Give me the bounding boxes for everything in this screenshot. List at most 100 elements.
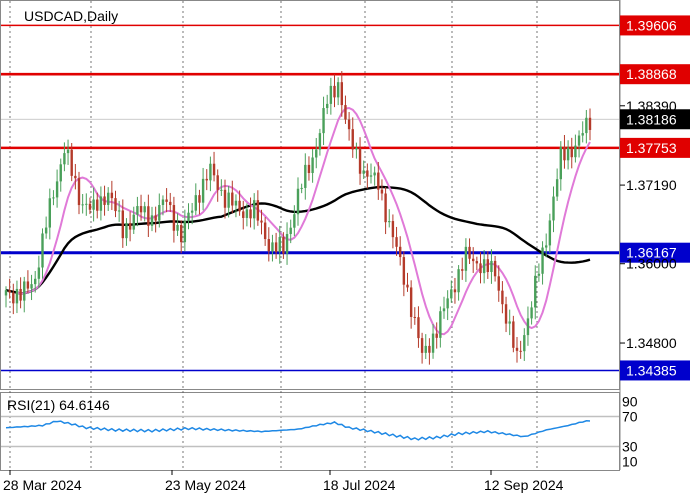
candle-body — [253, 200, 256, 219]
candle-body — [377, 172, 380, 190]
candle-body — [44, 227, 48, 234]
candle-body — [180, 225, 183, 243]
candle-body — [77, 178, 81, 206]
price-tick-label: 1.37190 — [626, 177, 677, 193]
candle-body — [92, 199, 95, 210]
candle-body — [457, 269, 460, 293]
candle-body — [545, 245, 548, 248]
candle-body — [150, 215, 154, 226]
candle-body — [172, 205, 176, 231]
candle-body — [136, 206, 139, 215]
candle-body — [442, 308, 446, 312]
candle-body — [420, 338, 424, 353]
candle-body — [63, 153, 66, 165]
candle-body — [446, 298, 449, 309]
candle-body — [315, 149, 318, 158]
candle-body — [117, 210, 121, 212]
candle-body — [555, 179, 559, 197]
date-tick-label: 18 Jul 2024 — [323, 477, 396, 493]
candle-body — [490, 260, 493, 273]
candle-body — [198, 195, 201, 203]
candle-body — [201, 178, 205, 203]
candle-body — [85, 203, 88, 205]
candle-body — [59, 164, 62, 182]
candle-body — [99, 196, 103, 211]
fast-moving-average — [16, 106, 591, 336]
candle-body — [220, 189, 223, 191]
candle-body — [282, 237, 285, 254]
candle-body — [472, 258, 475, 262]
candle-body — [453, 289, 457, 293]
candle-body — [74, 175, 77, 179]
candle-body — [304, 164, 307, 188]
candle-body — [26, 281, 30, 289]
candle-body — [497, 276, 500, 291]
candle-body — [55, 181, 59, 198]
candle-body — [347, 119, 351, 130]
candle-body — [128, 223, 132, 230]
candle-body — [296, 188, 300, 215]
candle-body — [322, 108, 325, 134]
candle-body — [355, 148, 358, 150]
candle-body — [66, 149, 70, 154]
rsi-tick-label: 70 — [622, 409, 638, 425]
candle-body — [431, 333, 435, 353]
candle-body — [479, 263, 482, 274]
candle-body — [424, 345, 427, 353]
candle-body — [81, 204, 84, 206]
rsi-title: RSI(21) 64.6146 — [7, 397, 110, 413]
candle-body — [402, 257, 406, 285]
candle-body — [435, 333, 438, 338]
candle-body — [307, 164, 311, 174]
candle-body — [486, 259, 489, 273]
candle-body — [482, 259, 486, 274]
candle-body — [552, 196, 555, 221]
candle-body — [187, 212, 190, 221]
candle-body — [110, 192, 114, 199]
candle-body — [530, 307, 533, 319]
candle-body — [566, 147, 570, 161]
rsi-tick-label: 10 — [622, 454, 638, 470]
candle-body — [326, 103, 329, 109]
candle-body — [190, 210, 194, 213]
candle-body — [52, 197, 55, 199]
candle-body — [260, 220, 263, 223]
candle-body — [439, 311, 442, 338]
candle-body — [504, 304, 508, 324]
candle-body — [263, 222, 267, 240]
candle-body — [96, 199, 99, 211]
candle-body — [493, 260, 497, 277]
candle-body — [581, 133, 584, 136]
candle-body — [577, 135, 581, 146]
candle-body — [293, 214, 296, 228]
candle-body — [384, 193, 387, 223]
candle-body — [165, 199, 168, 202]
candle-body — [147, 206, 150, 226]
candle-body — [399, 246, 402, 258]
candle-body — [537, 273, 541, 276]
candle-body — [413, 316, 416, 318]
candle-body — [132, 214, 135, 230]
candle-body — [336, 82, 340, 98]
candle-body — [585, 117, 588, 134]
price-tick-label: 1.36000 — [626, 256, 677, 272]
candle-body — [278, 237, 281, 252]
candle-body — [103, 196, 106, 205]
candle-body — [48, 198, 51, 228]
candle-body — [519, 350, 522, 352]
candle-body — [15, 288, 19, 304]
candle-body — [158, 205, 161, 221]
candle-body — [8, 290, 11, 293]
candle-body — [409, 287, 413, 317]
candle-body — [121, 210, 124, 239]
date-tick-label: 23 May 2024 — [165, 477, 246, 493]
price-level-tags: 1.396061.388681.377531.361671.343851.381… — [620, 15, 690, 381]
candle-body — [70, 149, 73, 176]
candle-body — [417, 317, 420, 339]
candle-body — [300, 187, 303, 189]
candle-body — [245, 209, 249, 218]
candle-body — [271, 242, 274, 252]
candle-body — [205, 178, 208, 181]
candle-body — [88, 203, 92, 210]
date-tick-label: 28 Mar 2024 — [3, 477, 82, 493]
